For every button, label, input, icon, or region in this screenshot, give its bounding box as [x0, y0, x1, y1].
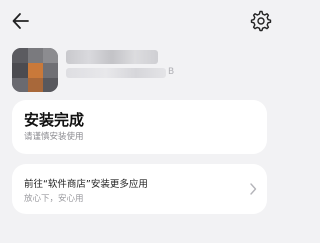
install-complete-card: 安装完成 请谨慎安装使用: [12, 100, 267, 154]
settings-button[interactable]: [250, 10, 272, 32]
app-name: [66, 50, 158, 64]
gear-icon: [250, 10, 272, 32]
install-complete-subtitle: 请谨慎安装使用: [24, 132, 84, 142]
arrow-left-icon: [12, 13, 29, 29]
app-store-card[interactable]: 前往“软件商店”安装更多应用 放心下，安心用: [12, 164, 267, 214]
back-button[interactable]: [10, 10, 32, 32]
app-store-subtitle: 放心下，安心用: [24, 194, 84, 204]
app-meta: [66, 68, 166, 78]
app-icon: [12, 48, 58, 92]
app-size-suffix: B: [168, 67, 175, 77]
app-store-title: 前往“软件商店”安装更多应用: [24, 179, 148, 190]
install-complete-title: 安装完成: [24, 111, 85, 129]
top-bar: [0, 0, 285, 40]
chevron-right-icon: [250, 183, 257, 195]
app-info: B: [0, 44, 285, 96]
